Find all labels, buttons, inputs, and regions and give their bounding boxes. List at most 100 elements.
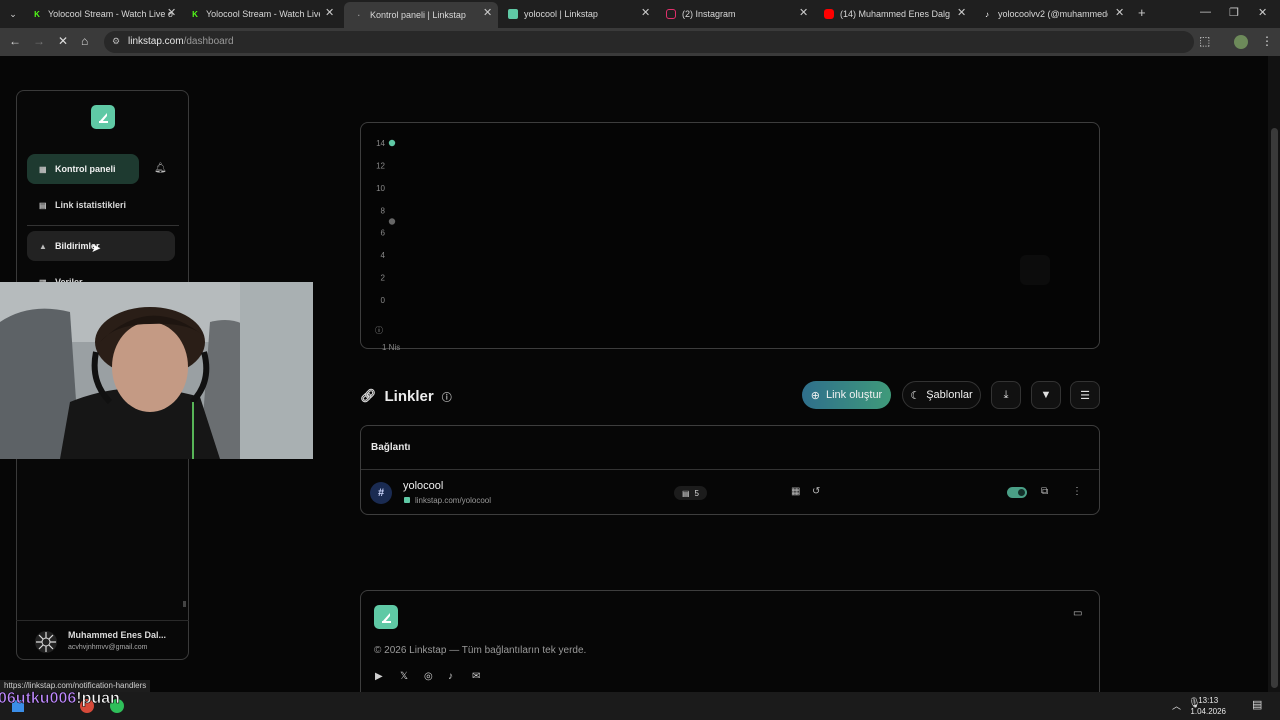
user-name: Muhammed Enes Dal... bbox=[68, 630, 167, 640]
list-icon: ☰ bbox=[1080, 389, 1090, 402]
close-tab-icon[interactable]: ✕ bbox=[1115, 6, 1124, 19]
x-icon[interactable]: 𝕏 bbox=[400, 671, 408, 682]
download-button[interactable]: ⤓ bbox=[991, 381, 1021, 409]
clock-time: 13:13 bbox=[1198, 696, 1219, 705]
email-icon[interactable]: ✉ bbox=[472, 671, 480, 682]
notification-center-icon[interactable]: ▤ bbox=[1252, 698, 1262, 711]
link-icon: 🔗︎ bbox=[360, 388, 377, 403]
address-bar[interactable]: ⚙ linkstap.com/dashboard bbox=[104, 31, 1194, 53]
stop-loading-icon[interactable]: ✕ bbox=[58, 34, 68, 48]
stream-chat-overlay: 06utku006!puan bbox=[0, 690, 120, 708]
chart-ytick-label: 14 bbox=[376, 139, 385, 148]
list-view-button[interactable]: ☰ bbox=[1070, 381, 1100, 409]
tab-title: (14) Muhammed Enes Dalgıç - bbox=[840, 9, 950, 19]
stats-chart: 0 2 4 6 8 10 12 14 bbox=[376, 139, 396, 305]
back-icon[interactable]: ← bbox=[9, 34, 21, 48]
taskbar-clock[interactable]: 13:13 1.04.2026 bbox=[1190, 695, 1226, 717]
close-window-icon[interactable]: ✕ bbox=[1258, 6, 1267, 19]
kick-icon: K bbox=[34, 9, 40, 19]
chart-ytick-label: 2 bbox=[381, 274, 386, 283]
chart-point-series-1[interactable] bbox=[388, 218, 396, 225]
instagram-icon[interactable]: ◎ bbox=[424, 671, 433, 682]
menu-icon[interactable]: ⋮ bbox=[1261, 34, 1273, 48]
table-header-connection: Bağlantı bbox=[371, 442, 411, 453]
links-table: Bağlantı # yolocool linkstap.com/yolocoo… bbox=[360, 425, 1100, 515]
link-name[interactable]: yolocool bbox=[403, 480, 443, 492]
close-tab-icon[interactable]: ✕ bbox=[957, 6, 966, 19]
chart-ytick-label: 4 bbox=[381, 251, 386, 260]
tab-5[interactable]: (2) Instagram bbox=[666, 4, 806, 24]
click-count: 5 bbox=[694, 488, 699, 498]
home-icon[interactable]: ⌂ bbox=[81, 34, 88, 48]
sidebar-scroll-indicator[interactable] bbox=[183, 601, 186, 607]
minimize-icon[interactable]: — bbox=[1200, 6, 1211, 18]
chart-tooltip-placeholder bbox=[1020, 255, 1050, 285]
filter-icon: ▼ bbox=[1040, 389, 1052, 401]
footer-logo[interactable] bbox=[374, 605, 398, 629]
close-tab-icon[interactable]: ✕ bbox=[483, 6, 492, 19]
extensions-icon[interactable]: ⬚ bbox=[1199, 34, 1210, 48]
tray-chevron-icon[interactable]: ︿ bbox=[1172, 699, 1181, 712]
info-icon[interactable]: ⓘ bbox=[375, 325, 383, 336]
logo-icon bbox=[99, 113, 108, 123]
sidebar-item-label: Link istatistikleri bbox=[55, 200, 127, 210]
history-icon[interactable]: ↺ bbox=[812, 486, 820, 497]
tab-2[interactable]: K Yolocool Stream - Watch Live o bbox=[190, 4, 320, 24]
templates-button[interactable]: ☾ Şablonlar bbox=[902, 381, 981, 409]
tab-1[interactable]: K Yolocool Stream - Watch Live o bbox=[32, 4, 176, 24]
copy-icon[interactable]: ⧉ bbox=[1041, 486, 1048, 497]
scrollbar-thumb[interactable] bbox=[1271, 128, 1278, 688]
tab-4[interactable]: yolocool | Linkstap bbox=[508, 4, 648, 24]
site-info-icon[interactable]: ⚙ bbox=[112, 36, 120, 47]
footer-copyright: © 2026 Linkstap — Tüm bağlantıların tek … bbox=[374, 645, 587, 656]
linkstap-icon bbox=[508, 9, 518, 19]
restore-icon[interactable]: ❐ bbox=[1229, 6, 1239, 19]
page-scrollbar[interactable] bbox=[1268, 56, 1280, 692]
links-section-title: 🔗︎ Linkler ⓘ bbox=[360, 386, 452, 406]
create-link-button[interactable]: ⊕ Link oluştur bbox=[802, 381, 891, 409]
toggle-knob bbox=[1018, 489, 1025, 496]
youtube-icon[interactable]: ▶ bbox=[375, 671, 383, 682]
chart-icon: ▤ bbox=[681, 488, 690, 498]
bell-icon[interactable]: 🔔︎ bbox=[154, 163, 167, 174]
user-profile[interactable]: Muhammed Enes Dal... acvhvjnhmvv@gmail.c… bbox=[16, 620, 189, 660]
filter-button[interactable]: ▼ bbox=[1031, 381, 1061, 409]
id-card-icon[interactable]: ▭ bbox=[1073, 608, 1082, 619]
url-text[interactable]: linkstap.com/dashboard bbox=[128, 36, 234, 47]
close-tab-icon[interactable]: ✕ bbox=[325, 6, 334, 19]
create-link-label: Link oluştur bbox=[825, 389, 883, 401]
click-stats-badge[interactable]: ▤ 5 bbox=[674, 486, 707, 500]
close-tab-icon[interactable]: ✕ bbox=[167, 6, 176, 19]
tiktok-icon[interactable]: ♪ bbox=[448, 671, 453, 682]
forward-icon[interactable]: → bbox=[33, 34, 45, 48]
sidebar-item-dashboard[interactable]: ▦ Kontrol paneli bbox=[27, 154, 139, 184]
tab-7[interactable]: ♪ yolocoolvv2 (@muhammedenes bbox=[982, 4, 1108, 24]
hash-icon: # bbox=[370, 482, 392, 504]
chart-ytick-label: 6 bbox=[381, 229, 386, 238]
tab-title: Kontrol paneli | Linkstap bbox=[370, 10, 466, 20]
link-url[interactable]: linkstap.com/yolocool bbox=[415, 496, 491, 505]
tab-search-button[interactable]: ⌄ bbox=[4, 4, 22, 24]
sidebar-divider bbox=[27, 225, 179, 226]
tab-6[interactable]: (14) Muhammed Enes Dalgıç - bbox=[824, 4, 950, 24]
linkstap-logo[interactable] bbox=[91, 105, 115, 129]
kick-icon: K bbox=[192, 9, 198, 19]
instagram-icon bbox=[666, 9, 676, 19]
avatar bbox=[35, 631, 57, 653]
clock-date: 1.04.2026 bbox=[1190, 707, 1226, 716]
link-active-toggle[interactable] bbox=[1007, 487, 1027, 498]
footer: ▭ © 2026 Linkstap — Tüm bağlantıların te… bbox=[360, 590, 1100, 700]
calendar-icon[interactable]: ▦ bbox=[791, 486, 800, 497]
tab-active[interactable]: · Kontrol paneli | Linkstap bbox=[344, 2, 498, 28]
new-tab-icon[interactable]: + bbox=[1138, 5, 1146, 20]
chart-point-series-0[interactable] bbox=[388, 139, 396, 147]
more-options-icon[interactable]: ⋮ bbox=[1072, 486, 1082, 497]
bell-icon: ▲ bbox=[39, 241, 47, 251]
sidebar-item-link-stats[interactable]: ▤ Link istatistikleri bbox=[27, 190, 177, 220]
info-icon[interactable]: ⓘ bbox=[442, 389, 452, 404]
chart-ytick-label: 10 bbox=[376, 184, 385, 193]
profile-avatar[interactable] bbox=[1234, 35, 1248, 49]
stats-chart-card: 0 2 4 6 8 10 12 14 1 Nis ⓘ bbox=[360, 122, 1100, 352]
close-tab-icon[interactable]: ✕ bbox=[799, 6, 808, 19]
close-tab-icon[interactable]: ✕ bbox=[641, 6, 650, 19]
